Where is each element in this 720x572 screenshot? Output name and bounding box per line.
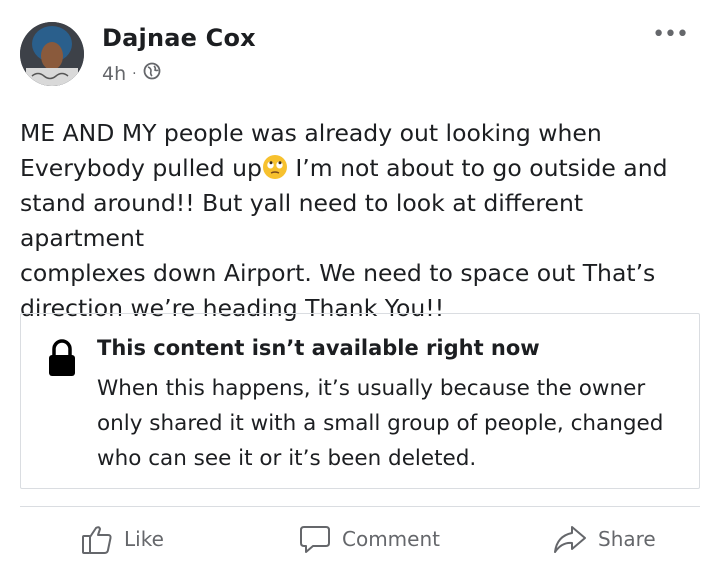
globe-icon — [143, 62, 161, 85]
unavailable-description: When this happens, it’s usually because … — [97, 376, 664, 471]
meta-separator: · — [132, 65, 137, 82]
more-options-icon[interactable]: ••• — [652, 22, 689, 47]
comment-bubble-icon — [298, 522, 332, 556]
unavailable-title: This content isn’t available right now — [97, 336, 540, 360]
actions-divider — [20, 506, 700, 507]
eye-roll-emoji-icon — [262, 154, 288, 180]
like-button[interactable]: Like — [80, 519, 164, 559]
unavailable-content-card[interactable]: This content isn’t available right now W… — [20, 313, 700, 489]
post-text: ME AND MY people was already out looking… — [20, 116, 690, 326]
share-button[interactable]: Share — [552, 519, 656, 559]
avatar-image — [20, 22, 84, 86]
post-meta: 4h · — [102, 62, 161, 85]
like-label: Like — [124, 527, 164, 551]
share-label: Share — [598, 527, 656, 551]
post-actions-bar: Like Comment Share — [0, 515, 720, 565]
avatar[interactable] — [20, 22, 84, 86]
facebook-post: Dajnae Cox 4h · ••• ME AND MY people was… — [0, 0, 720, 572]
share-arrow-icon — [552, 522, 588, 556]
author-name[interactable]: Dajnae Cox — [102, 24, 256, 52]
post-time[interactable]: 4h — [102, 63, 126, 85]
comment-button[interactable]: Comment — [298, 519, 440, 559]
post-header: Dajnae Cox 4h · ••• — [20, 20, 700, 90]
lock-icon — [47, 338, 77, 378]
comment-label: Comment — [342, 527, 440, 551]
thumbs-up-icon — [80, 522, 114, 556]
